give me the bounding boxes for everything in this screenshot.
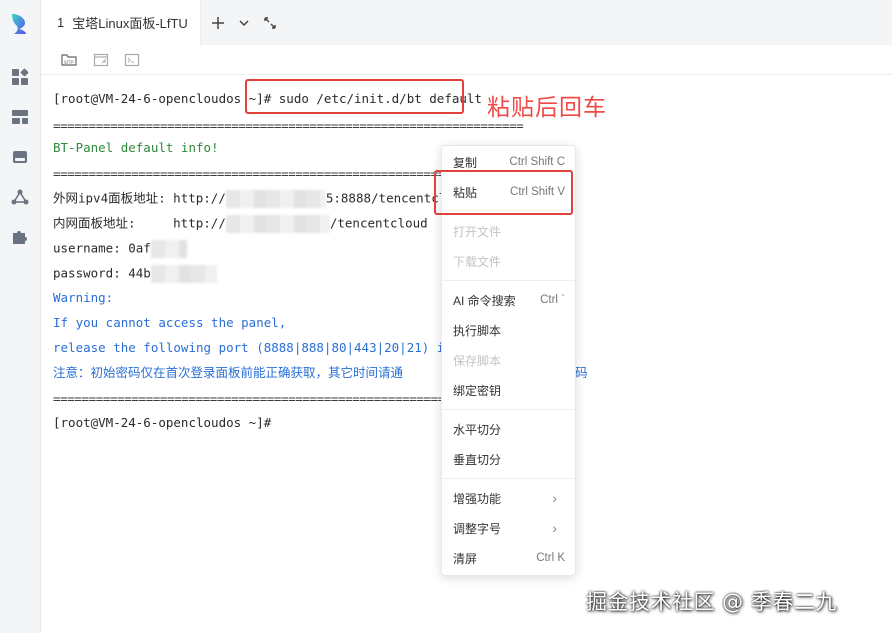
- upload-window-icon[interactable]: [93, 52, 109, 68]
- info-title: BT-Panel default info!: [53, 140, 219, 155]
- add-tab-icon[interactable]: [211, 16, 225, 30]
- menu-item-clear[interactable]: 清屏 Ctrl K: [442, 544, 577, 572]
- app-logo-icon: [12, 14, 26, 34]
- annotation-text: 粘贴后回车: [487, 95, 607, 121]
- username-line: username: 0af: [53, 240, 187, 258]
- tab-title: 宝塔Linux面板-LfTU: [72, 16, 188, 31]
- chevron-right-icon: ›: [552, 520, 557, 536]
- menu-item-enhance[interactable]: 增强功能 ›: [442, 484, 577, 512]
- tab-number: 1: [57, 15, 65, 30]
- redacted-password: [150, 265, 217, 283]
- internal-address-line: 内网面板地址: http:///tencentcloud: [53, 215, 428, 233]
- menu-item-font-size[interactable]: 调整字号 ›: [442, 514, 577, 542]
- shortcut: Ctrl `: [540, 294, 565, 306]
- tab-actions: [211, 0, 277, 45]
- svg-text:SFTP: SFTP: [64, 60, 74, 65]
- redacted-username: [150, 240, 187, 258]
- warning-text-1: If you cannot access the panel,: [53, 315, 287, 330]
- dashboard-icon[interactable]: [11, 68, 29, 86]
- sftp-folder-icon[interactable]: SFTP: [61, 52, 77, 68]
- menu-item-bind-key[interactable]: 绑定密钥: [442, 376, 577, 404]
- menu-item-split-vertical[interactable]: 垂直切分: [442, 445, 577, 473]
- plugin-icon[interactable]: [11, 228, 29, 246]
- storage-icon[interactable]: [11, 148, 29, 166]
- separator-line: ========================================…: [53, 118, 524, 133]
- watermark: 掘金技术社区 @ 季春二九: [586, 590, 837, 614]
- note-line: 注意：初始密码仅在首次登录面板前能正确获取，其它时间请通: [53, 365, 404, 380]
- redacted-ip: [225, 215, 330, 233]
- prompt: [root@VM-24-6-opencloudos ~]: [53, 91, 264, 106]
- network-icon[interactable]: [11, 188, 29, 206]
- menu-item-run-script[interactable]: 执行脚本: [442, 316, 577, 344]
- expand-icon[interactable]: [263, 16, 277, 30]
- command-highlight-box: [245, 79, 464, 114]
- internal-address-label: 内网面板地址:: [53, 215, 136, 231]
- menu-item-open-file: 打开文件: [453, 224, 502, 239]
- paste-highlight-box: [434, 170, 573, 215]
- warning-text-2: release the following port (8888|888|80|…: [53, 340, 475, 355]
- server-list-icon[interactable]: [11, 108, 29, 126]
- password-line: password: 44b: [53, 265, 217, 283]
- menu-item-download-file: 下载文件: [453, 254, 502, 269]
- terminal-toolbar: SFTP: [41, 45, 892, 75]
- menu-item-save-script: 保存脚本: [453, 353, 502, 368]
- external-address-label: 外网ipv4面板地址:: [53, 190, 166, 206]
- external-address-line: 外网ipv4面板地址: http://5:8888/tencentcl: [53, 190, 446, 208]
- tab-bar: 1 宝塔Linux面板-LfTU: [41, 0, 892, 45]
- terminal-tab[interactable]: 1 宝塔Linux面板-LfTU: [41, 0, 201, 45]
- prompt-line: [root@VM-24-6-opencloudos ~]#: [53, 415, 272, 430]
- shortcut: Ctrl K: [536, 552, 565, 564]
- terminal-window-icon[interactable]: [124, 52, 140, 68]
- warning-line: Warning:: [53, 290, 114, 305]
- menu-item-split-horizontal[interactable]: 水平切分: [442, 415, 577, 443]
- shortcut: Ctrl Shift C: [509, 156, 565, 168]
- menu-item-ai-search[interactable]: AI 命令搜索 Ctrl `: [442, 286, 577, 314]
- sidebar: [0, 0, 41, 633]
- chevron-down-icon[interactable]: [237, 16, 251, 30]
- menu-divider: [442, 478, 577, 479]
- menu-divider: [442, 409, 577, 410]
- menu-divider: [442, 280, 577, 281]
- chevron-right-icon: ›: [552, 490, 557, 506]
- redacted-ip: [225, 190, 326, 208]
